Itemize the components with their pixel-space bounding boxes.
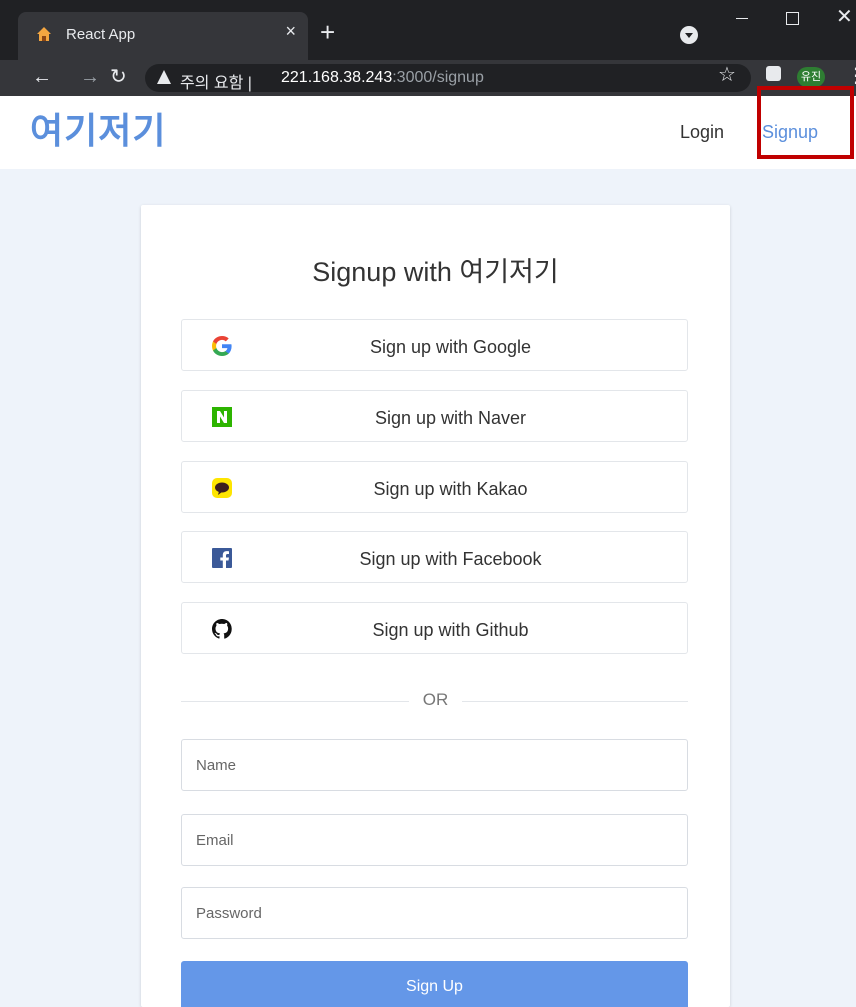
email-field[interactable] xyxy=(181,814,688,866)
close-icon[interactable]: × xyxy=(285,21,296,42)
password-field[interactable] xyxy=(181,887,688,939)
social-label: Sign up with Naver xyxy=(374,408,527,428)
address-bar[interactable]: 주의 요함 | 221.168.38.243:3000/signup xyxy=(145,64,751,92)
security-label: 주의 요함 | xyxy=(180,75,252,92)
minimize-icon[interactable] xyxy=(736,18,748,19)
social-label: Sign up with Google xyxy=(369,337,532,357)
puzzle-icon[interactable] xyxy=(766,66,781,81)
google-signup-button[interactable]: Sign up with Google xyxy=(181,319,688,371)
highlight-box xyxy=(757,86,854,159)
name-field[interactable] xyxy=(181,739,688,791)
page-title: Signup with 여기저기 xyxy=(312,257,559,287)
social-label: Sign up with Facebook xyxy=(359,549,542,569)
url-text: 221.168.38.243:3000/signup xyxy=(281,69,484,86)
browser-tab[interactable]: React App × xyxy=(18,12,308,60)
avatar[interactable]: 유진 xyxy=(797,67,825,87)
logo[interactable]: 여기저기 xyxy=(30,102,166,154)
signup-card: Signup with 여기저기 Sign up with Google Sig… xyxy=(141,205,730,1007)
site-header: 여기저기 Login Signup xyxy=(0,96,856,169)
back-arrow-icon[interactable]: ← xyxy=(32,64,52,90)
profile-chevron-icon[interactable] xyxy=(680,26,698,44)
window-close-icon[interactable]: ✕ xyxy=(836,4,853,29)
social-label: Sign up with Github xyxy=(372,620,529,640)
github-signup-button[interactable]: Sign up with Github xyxy=(181,602,688,654)
social-label: Sign up with Kakao xyxy=(373,479,528,499)
or-separator: OR xyxy=(141,690,730,710)
signup-submit-button[interactable]: Sign Up xyxy=(181,961,688,1007)
naver-signup-button[interactable]: Sign up with Naver xyxy=(181,390,688,442)
nav-login-link[interactable]: Login xyxy=(680,122,724,143)
browser-tab-bar: React App × + ✕ xyxy=(0,0,856,60)
facebook-signup-button[interactable]: Sign up with Facebook xyxy=(181,531,688,583)
warning-icon xyxy=(157,70,171,84)
star-icon[interactable]: ☆ xyxy=(718,62,736,87)
forward-arrow-icon[interactable]: → xyxy=(80,64,100,90)
reload-icon[interactable]: ↻ xyxy=(110,64,127,90)
kakao-signup-button[interactable]: Sign up with Kakao xyxy=(181,461,688,513)
tab-title: React App xyxy=(66,26,136,43)
plus-icon[interactable]: + xyxy=(320,19,335,45)
house-favicon-icon xyxy=(37,27,51,41)
maximize-icon[interactable] xyxy=(786,12,799,25)
kebab-menu-icon[interactable]: ⋮ xyxy=(846,63,856,88)
